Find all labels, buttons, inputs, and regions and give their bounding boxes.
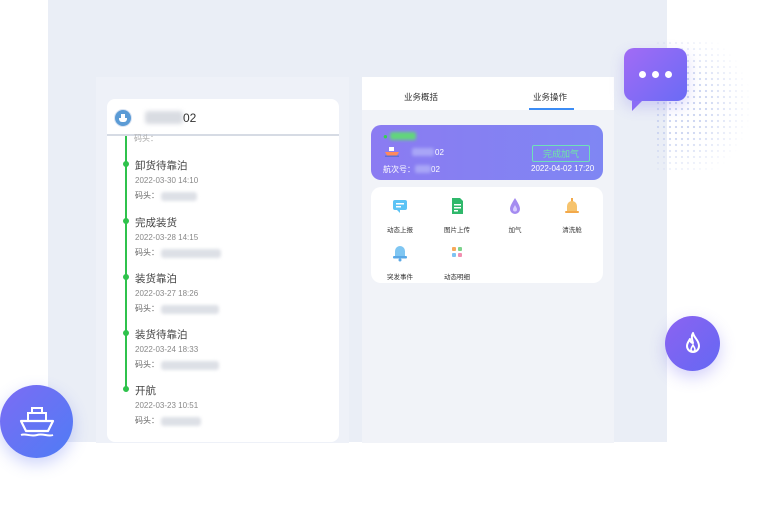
timeline-peek-dock-label: 码头：	[134, 134, 158, 143]
chat-bubble-badge[interactable]	[624, 48, 687, 111]
op-label: 加气	[508, 227, 522, 234]
timeline-dot	[123, 386, 129, 392]
ship-name: 02	[435, 148, 444, 157]
op-label: 动态明细	[444, 274, 470, 281]
dock-name-redacted	[161, 304, 219, 314]
op-emergency[interactable]: 突发事件	[380, 243, 420, 281]
boat-icon	[119, 114, 127, 122]
voyage-suffix: 02	[431, 165, 440, 174]
event-dock-label: 码头：	[135, 416, 159, 425]
event-dock-label: 码头：	[135, 191, 159, 200]
event-dock-label: 码头：	[135, 360, 159, 369]
dock-name-redacted	[161, 248, 221, 258]
voyage-number: 航次号： 02	[383, 164, 440, 175]
event-dock: 码头：	[135, 190, 198, 202]
event-dock: 码头：	[135, 415, 201, 427]
timeline-dot	[123, 274, 129, 280]
ship-icon	[19, 406, 54, 437]
op-tank-cleaning[interactable]: 清洗舱	[552, 196, 592, 234]
event-time: 2022-03-24 18:33	[135, 345, 199, 354]
timeline-event[interactable]: 卸货待靠泊 2022-03-30 14:10 码头：	[135, 159, 198, 202]
timeline-event[interactable]: 装货待靠泊 2022-03-24 18:33 码头：	[135, 328, 219, 371]
detail-list-icon	[452, 247, 462, 257]
timeline-event[interactable]: 开航 2022-03-23 10:51 码头：	[135, 384, 201, 427]
dock-name-redacted	[161, 416, 201, 426]
status-dot-icon: ●	[383, 132, 388, 141]
op-label: 清洗舱	[562, 227, 582, 234]
alarm-bell-icon	[393, 246, 407, 262]
op-dynamic-report[interactable]: 动态上报	[380, 196, 420, 234]
flame-icon	[685, 331, 700, 353]
ship-name-redacted	[412, 148, 434, 156]
op-image-upload[interactable]: 图片上传	[437, 196, 477, 234]
ship-badge[interactable]	[0, 385, 73, 458]
event-title: 卸货待靠泊	[135, 160, 188, 172]
ship-status-time: 2022-04-02 17:20	[531, 164, 595, 173]
timeline-dot	[123, 161, 129, 167]
op-gas-refuel[interactable]: 加气	[495, 196, 535, 234]
vessel-avatar[interactable]	[114, 109, 132, 127]
voyage-redacted	[415, 165, 431, 173]
fire-badge[interactable]	[665, 316, 720, 371]
timeline-header: 02	[107, 99, 339, 136]
tab-business-operations[interactable]: 业务操作	[533, 91, 567, 103]
timeline-event[interactable]: 完成装货 2022-03-28 14:15 码头：	[135, 216, 221, 259]
event-time: 2022-03-23 10:51	[135, 401, 199, 410]
op-label: 动态上报	[387, 227, 413, 234]
tab-business-overview[interactable]: 业务概括	[404, 91, 438, 103]
event-time: 2022-03-30 14:10	[135, 176, 199, 185]
event-dock-label: 码头：	[135, 304, 159, 313]
gas-drop-icon	[510, 198, 520, 214]
ellipsis-icon	[624, 48, 687, 101]
voyage-label: 航次号：	[383, 165, 415, 174]
event-title: 完成装货	[135, 217, 177, 229]
timeline-event[interactable]: 装货靠泊 2022-03-27 18:26 码头：	[135, 272, 219, 315]
event-dock: 码头：	[135, 247, 221, 259]
timeline-line	[125, 136, 127, 390]
timeline-dot	[123, 330, 129, 336]
dock-name-redacted	[161, 191, 197, 201]
event-title: 开航	[135, 385, 156, 397]
vessel-name-redacted	[145, 111, 183, 124]
event-dock-label: 码头：	[135, 248, 159, 257]
ship-icon	[385, 147, 399, 157]
vessel-name: 02	[183, 111, 197, 125]
event-time: 2022-03-27 18:26	[135, 289, 199, 298]
tab-bar: 业务概括 业务操作	[362, 77, 614, 110]
stage: 02 码头： 卸货待靠泊 2022-03-30 14:10 码头： 完成装货 2…	[0, 0, 765, 505]
image-upload-icon	[452, 198, 463, 214]
event-dock: 码头：	[135, 303, 219, 315]
op-label: 图片上传	[444, 227, 470, 234]
op-label: 突发事件	[387, 274, 413, 281]
event-dock: 码头：	[135, 359, 219, 371]
event-title: 装货待靠泊	[135, 329, 188, 341]
report-icon	[393, 200, 407, 213]
complete-gas-button[interactable]: 完成加气	[532, 145, 590, 162]
event-time: 2022-03-28 14:15	[135, 233, 199, 242]
timeline-dot	[123, 218, 129, 224]
event-title: 装货靠泊	[135, 273, 177, 285]
status-redacted	[390, 132, 417, 140]
ship-status-text: ●	[383, 132, 417, 141]
active-tab-indicator	[529, 108, 574, 110]
dock-name-redacted	[161, 360, 219, 370]
op-dynamic-detail[interactable]: 动态明细	[437, 243, 477, 281]
tank-clean-icon	[565, 198, 579, 213]
